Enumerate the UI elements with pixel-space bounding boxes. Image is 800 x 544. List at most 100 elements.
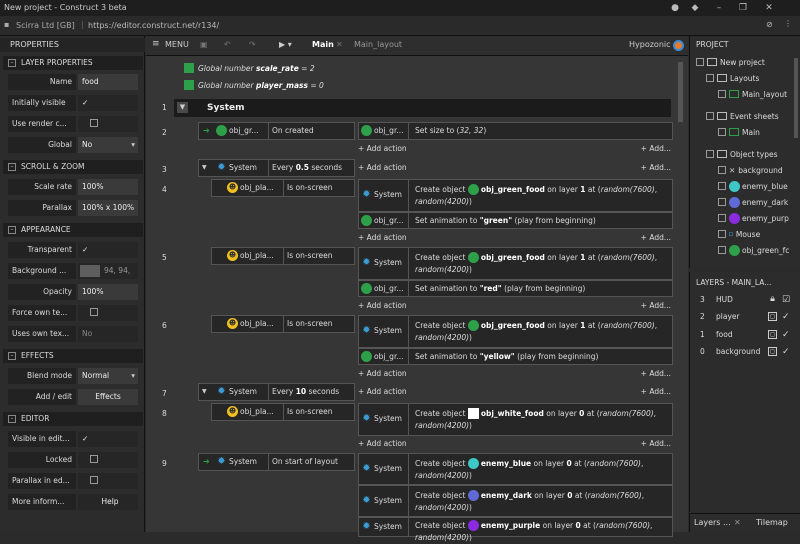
section-appearance[interactable]: – APPEARANCE	[3, 223, 143, 237]
tab-close-icon[interactable]: ✕	[734, 518, 741, 527]
add-action-button[interactable]: + Add action + Add...	[358, 437, 673, 450]
event-group[interactable]: ▼ System	[174, 99, 671, 117]
tree-item-object[interactable]: enemy_dark	[718, 196, 788, 210]
add-more-button[interactable]: + Add...	[641, 231, 671, 244]
prop-uses-own[interactable]: Uses own tex... No	[8, 326, 138, 343]
collapse-icon[interactable]: –	[8, 59, 16, 67]
condition-block[interactable]: ➔ obj_gr... On created	[198, 122, 355, 140]
collapse-icon[interactable]	[706, 112, 714, 120]
collapse-icon[interactable]: ▼	[202, 388, 207, 395]
visible-checkbox[interactable]: ✓	[782, 344, 790, 360]
add-action-button[interactable]: + Add action + Add...	[358, 231, 673, 244]
scale-rate-input[interactable]: 100%	[78, 179, 138, 195]
minimize-icon[interactable]: –	[712, 1, 726, 15]
section-effects[interactable]: – EFFECTS	[3, 349, 143, 363]
prop-parallax-editor[interactable]: Parallax in ed...	[8, 473, 138, 490]
redo-icon[interactable]: ↷	[249, 40, 256, 49]
prop-opacity[interactable]: Opacity 100%	[8, 284, 138, 301]
tree-item-main-layout[interactable]: Main_layout	[718, 88, 787, 102]
prop-more-info[interactable]: More inform... Help	[8, 494, 138, 511]
tab-tilemap[interactable]: Tilemap	[756, 518, 788, 527]
user-name[interactable]: Hypozonic	[629, 40, 671, 49]
item-checkbox[interactable]	[718, 230, 726, 238]
collapse-icon[interactable]	[696, 58, 704, 66]
tree-folder-layouts[interactable]: Layouts	[706, 72, 759, 86]
condition-block[interactable]: ☻ obj_pla... Is on-screen	[211, 247, 355, 265]
notification-icon[interactable]: ◆	[688, 1, 702, 15]
collapse-icon[interactable]	[706, 74, 714, 82]
tree-item-object[interactable]: obj_green_fc	[718, 244, 789, 258]
collapse-icon[interactable]: –	[8, 352, 16, 360]
prop-transparent[interactable]: Transparent ✓	[8, 242, 138, 259]
prop-add-edit[interactable]: Add / edit Effects	[8, 389, 138, 406]
menu-icon[interactable]: ≡	[152, 39, 160, 49]
action-block[interactable]: ✹ System Create object enemy_purple on la…	[358, 517, 673, 542]
action-block[interactable]: ✹ System Create object obj_green_food on …	[358, 315, 673, 348]
condition-block[interactable]: ☻ obj_pla... Is on-screen	[211, 403, 355, 421]
tree-item-object[interactable]: enemy_blue	[718, 180, 788, 194]
project-scrollbar[interactable]	[794, 58, 798, 138]
layer-row[interactable]: 0 background ◻ ✓	[690, 344, 800, 360]
play-icon[interactable]: ▶ ▾	[279, 40, 292, 49]
layer-row[interactable]: 2 player ◻ ✓	[690, 309, 800, 325]
prop-locked[interactable]: Locked	[8, 452, 138, 469]
collapse-icon[interactable]: ▼	[202, 164, 207, 171]
tree-folder-object-types[interactable]: Object types	[706, 148, 777, 162]
collapse-icon[interactable]: –	[8, 226, 16, 234]
visible-checkbox[interactable]: ✓	[782, 327, 790, 343]
visible-checkbox[interactable]: ✓	[782, 309, 790, 325]
color-swatch[interactable]	[80, 265, 100, 277]
prop-use-render[interactable]: Use render c...	[8, 116, 138, 133]
action-block[interactable]: ✹ System Create object enemy_dark on laye…	[358, 485, 673, 517]
action-block[interactable]: ✹ System Create object obj_green_food on …	[358, 247, 673, 280]
tab-main[interactable]: Main	[312, 40, 334, 49]
prop-parallax[interactable]: Parallax 100% x 100%	[8, 200, 138, 217]
condition-block[interactable]: ☻ obj_pla... Is on-screen	[211, 179, 355, 197]
visible-checkbox[interactable]: ☑	[782, 292, 790, 308]
opacity-input[interactable]: 100%	[78, 284, 138, 300]
unlock-icon[interactable]: ◻	[768, 312, 777, 321]
address-bar[interactable]: ▪ Scirra Ltd [GB] | https://editor.const…	[0, 16, 800, 36]
effects-button[interactable]: Effects	[78, 389, 138, 405]
condition-block[interactable]: ▼ ✹ System Every 10 seconds	[198, 383, 355, 401]
layer-row[interactable]: 3 HUD 🔒︎ ☑	[690, 292, 800, 308]
prop-background[interactable]: Background ... 94, 94,	[8, 263, 138, 280]
add-action-button[interactable]: + Add action + Add...	[358, 299, 673, 312]
collapse-icon[interactable]: –	[8, 163, 16, 171]
prop-scale-rate[interactable]: Scale rate 100%	[8, 179, 138, 196]
add-action-button[interactable]: + Add action + Add...	[358, 385, 673, 398]
action-block[interactable]: ✹ System Create object obj_green_food on …	[358, 179, 673, 212]
unlock-icon[interactable]: ◻	[768, 330, 777, 339]
add-more-button[interactable]: + Add...	[641, 385, 671, 398]
event-sheet-scrollbar[interactable]	[678, 62, 683, 122]
visible-in-edit-checkbox[interactable]: ✓	[78, 431, 138, 447]
undo-icon[interactable]: ↶	[224, 40, 231, 49]
parallax-editor-checkbox[interactable]	[78, 473, 138, 489]
item-checkbox[interactable]	[718, 166, 726, 174]
collapse-icon[interactable]: –	[8, 415, 16, 423]
global-variable-row[interactable]: Global number scale_rate = 2	[184, 61, 514, 77]
add-action-button[interactable]: + Add action + Add...	[358, 161, 673, 174]
condition-block[interactable]: ☻ obj_pla... Is on-screen	[211, 315, 355, 333]
parallax-input[interactable]: 100% x 100%	[78, 200, 138, 216]
item-checkbox[interactable]	[718, 182, 726, 190]
prop-visible-in-edit[interactable]: Visible in edit... ✓	[8, 431, 138, 448]
collapse-icon[interactable]: ▼	[177, 102, 188, 113]
prop-force-own[interactable]: Force own te...	[8, 305, 138, 322]
action-block[interactable]: obj_gr... Set animation to "red" (play f…	[358, 280, 673, 297]
close-icon[interactable]: ✕	[762, 1, 776, 15]
condition-block[interactable]: ▼ ✹ System Every 0.5 seconds	[198, 159, 355, 177]
add-action-button[interactable]: + Add action + Add...	[358, 367, 673, 380]
global-variable-row[interactable]: Global number player_mass = 0	[184, 78, 514, 94]
add-more-button[interactable]: + Add...	[641, 299, 671, 312]
add-action-button[interactable]: + Add action + Add...	[358, 142, 673, 155]
tab-close-icon[interactable]: ✕	[336, 40, 343, 49]
locked-checkbox[interactable]	[78, 452, 138, 468]
help-link[interactable]: Help	[78, 494, 138, 510]
prop-global[interactable]: Global No	[8, 137, 138, 154]
profile-icon[interactable]: ●	[668, 1, 682, 15]
item-checkbox[interactable]	[718, 90, 726, 98]
section-layer-properties[interactable]: – LAYER PROPERTIES	[3, 56, 143, 70]
item-checkbox[interactable]	[718, 128, 726, 136]
url-text[interactable]: https://editor.construct.net/r134/	[88, 21, 219, 30]
